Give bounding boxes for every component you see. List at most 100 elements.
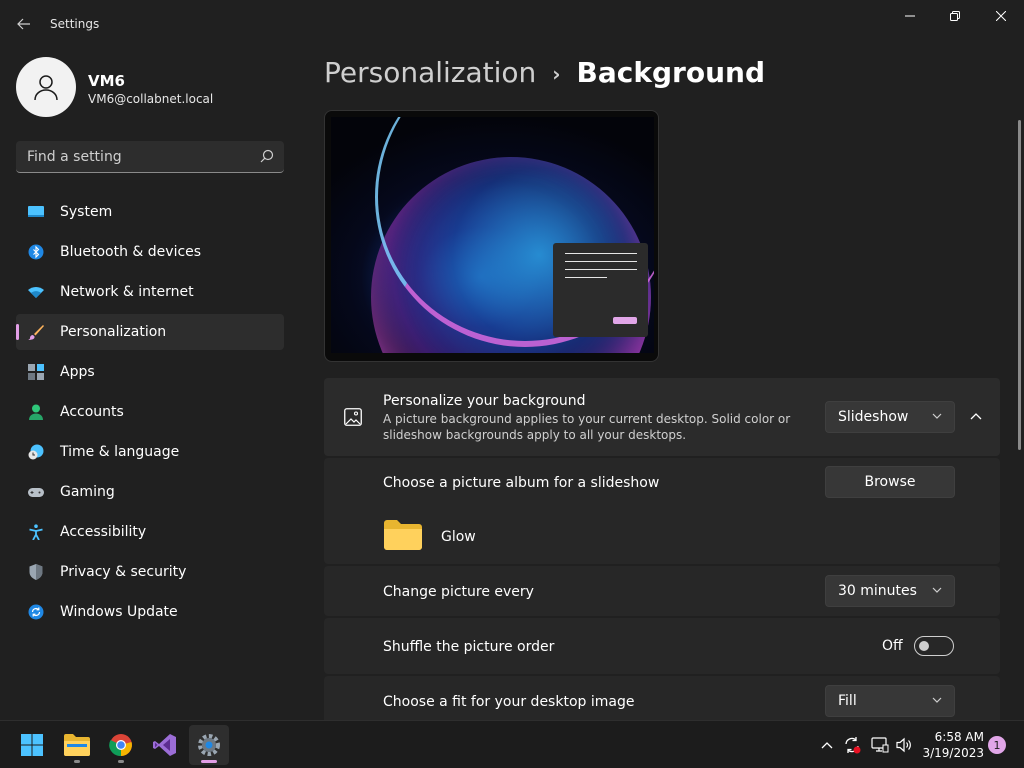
user-name: VM6 (88, 72, 125, 90)
dropdown-value: Slideshow (838, 409, 909, 425)
interval-dropdown[interactable]: 30 minutes (825, 575, 955, 607)
breadcrumb-separator: › (552, 62, 561, 86)
album-title: Choose a picture album for a slideshow (383, 475, 660, 491)
picture-icon (344, 408, 362, 426)
start-button[interactable] (12, 725, 52, 765)
sidebar-item-label: Apps (60, 364, 95, 380)
sync-error-icon (845, 737, 861, 754)
fit-card: Choose a fit for your desktop image Fill (324, 676, 1000, 720)
background-type-dropdown[interactable]: Slideshow (825, 401, 955, 433)
taskbar-chrome[interactable] (101, 725, 141, 765)
sidebar-nav: System Bluetooth & devices Network & int… (16, 194, 284, 634)
running-indicator (74, 760, 80, 763)
breadcrumb-parent[interactable]: Personalization (324, 56, 536, 89)
clock-globe-icon (28, 444, 44, 460)
network-wired-icon (871, 737, 889, 753)
search-icon[interactable] (260, 149, 274, 163)
chevron-down-icon (932, 587, 942, 593)
preview-line (565, 277, 607, 278)
page-title: Background (576, 56, 765, 89)
sync-status-button[interactable] (842, 735, 862, 755)
main-content: Personalization › Background Personalize y… (324, 0, 1000, 720)
browse-button[interactable]: Browse (825, 466, 955, 498)
background-preview (324, 110, 659, 362)
sidebar-item-label: Gaming (60, 484, 115, 500)
change-interval-card: Change picture every 30 minutes (324, 566, 1000, 616)
fit-dropdown[interactable]: Fill (825, 685, 955, 717)
chevron-down-icon (932, 697, 942, 703)
start-icon (21, 734, 43, 756)
sidebar-item-label: Accounts (60, 404, 124, 420)
sidebar-item-label: Windows Update (60, 604, 178, 620)
clock[interactable]: 6:58 AM 3/19/2023 (918, 729, 984, 761)
folder-icon (384, 520, 422, 550)
scrollbar[interactable] (1018, 120, 1021, 450)
monitor-icon (28, 206, 44, 217)
sidebar-item-accessibility[interactable]: Accessibility (16, 514, 284, 550)
sidebar-item-system[interactable]: System (16, 194, 284, 230)
personalize-background-card: Personalize your background A picture ba… (324, 378, 1000, 456)
sidebar-item-accounts[interactable]: Accounts (16, 394, 284, 430)
taskbar-visual-studio[interactable] (145, 725, 185, 765)
update-icon (28, 604, 44, 620)
user-email: VM6@collabnet.local (88, 92, 214, 106)
shuffle-card: Shuffle the picture order Off (324, 618, 1000, 674)
bluetooth-icon (28, 244, 44, 260)
notification-badge[interactable]: 1 (988, 736, 1006, 754)
back-button[interactable] (10, 10, 38, 38)
search-input[interactable] (16, 141, 252, 172)
sidebar-item-privacy-security[interactable]: Privacy & security (16, 554, 284, 590)
visual-studio-icon (153, 734, 176, 756)
breadcrumb: Personalization › Background (324, 56, 765, 89)
taskbar-file-explorer[interactable] (57, 725, 97, 765)
settings-icon (198, 734, 220, 756)
shield-icon (29, 564, 43, 580)
volume-button[interactable] (894, 735, 914, 755)
avatar (16, 57, 76, 117)
sidebar-item-bluetooth[interactable]: Bluetooth & devices (16, 234, 284, 270)
network-status-button[interactable] (870, 735, 890, 755)
slideshow-album-card: Choose a picture album for a slideshow B… (324, 458, 1000, 564)
sidebar-item-apps[interactable]: Apps (16, 354, 284, 390)
sidebar-item-personalization[interactable]: Personalization (16, 314, 284, 350)
shuffle-toggle[interactable] (914, 636, 954, 656)
personalize-title: Personalize your background (383, 393, 586, 409)
clock-time: 6:58 AM (934, 730, 984, 744)
preview-line (565, 253, 637, 254)
collapse-button[interactable] (964, 404, 988, 428)
preview-window-mock (553, 243, 648, 337)
show-hidden-icons-button[interactable] (817, 735, 837, 755)
dropdown-value: 30 minutes (838, 583, 917, 599)
accessibility-icon (29, 524, 43, 540)
chevron-up-icon (821, 741, 833, 748)
file-explorer-icon (64, 734, 90, 756)
active-indicator (16, 324, 19, 340)
sidebar-item-label: Time & language (60, 444, 180, 460)
sidebar-item-label: Privacy & security (60, 564, 187, 580)
user-profile[interactable]: VM6 VM6@collabnet.local (16, 57, 286, 117)
chrome-icon (109, 734, 132, 757)
gamepad-icon (28, 488, 44, 497)
speaker-icon (896, 737, 911, 753)
brush-icon (28, 325, 44, 340)
sidebar-item-label: Accessibility (60, 524, 147, 540)
taskbar-settings[interactable] (189, 725, 229, 765)
fit-title: Choose a fit for your desktop image (383, 694, 635, 710)
sidebar-item-label: Personalization (60, 324, 167, 340)
sidebar-item-network[interactable]: Network & internet (16, 274, 284, 310)
sidebar-item-label: Bluetooth & devices (60, 244, 202, 260)
dropdown-value: Fill (838, 693, 857, 709)
sidebar-item-time-language[interactable]: Time & language (16, 434, 284, 470)
chevron-up-icon (970, 412, 982, 419)
chevron-down-icon (932, 413, 942, 419)
sidebar-item-windows-update[interactable]: Windows Update (16, 594, 284, 630)
apps-icon (28, 364, 44, 380)
preview-line (565, 261, 637, 262)
sidebar-item-label: Network & internet (60, 284, 194, 300)
wallpaper-image (331, 117, 654, 353)
sidebar-item-gaming[interactable]: Gaming (16, 474, 284, 510)
clock-date: 3/19/2023 (922, 746, 984, 760)
preview-line (565, 269, 637, 270)
sidebar-item-label: System (60, 204, 113, 220)
person-icon (34, 75, 58, 101)
